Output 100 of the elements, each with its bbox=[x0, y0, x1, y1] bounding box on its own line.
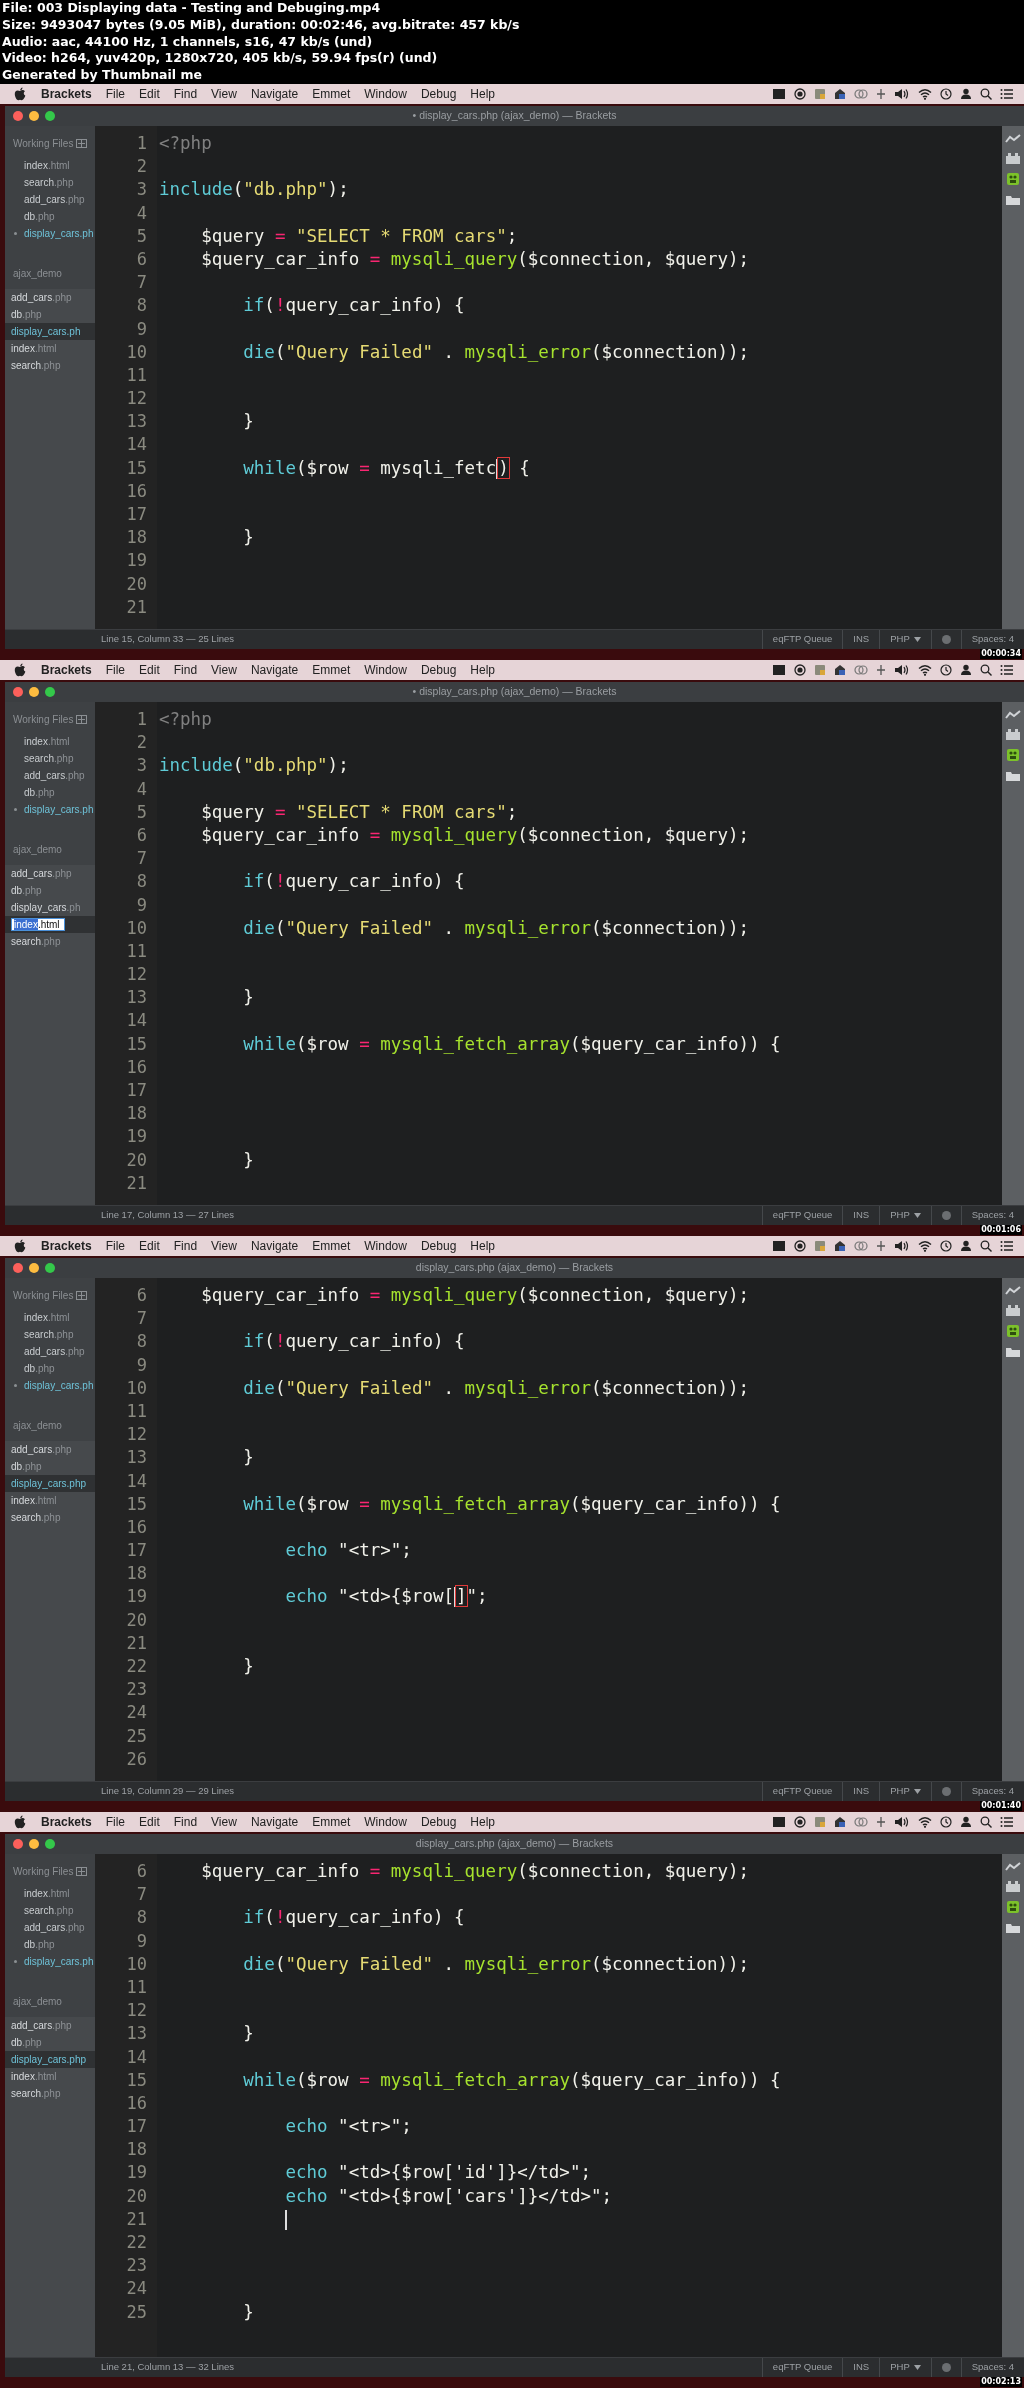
app-icon[interactable] bbox=[834, 1816, 846, 1828]
file-tree-item[interactable]: display_cars.ph bbox=[5, 899, 95, 916]
minimize-icon[interactable] bbox=[29, 1263, 39, 1273]
menu-item[interactable]: View bbox=[204, 661, 244, 679]
file-tree-item[interactable]: search.php bbox=[5, 2085, 95, 2102]
extension-icon[interactable] bbox=[1006, 1900, 1020, 1914]
minimize-icon[interactable] bbox=[29, 111, 39, 121]
close-icon[interactable] bbox=[13, 1263, 23, 1273]
menu-item[interactable]: Find bbox=[166, 661, 205, 679]
record-icon[interactable] bbox=[794, 88, 806, 100]
menu-item[interactable]: Edit bbox=[132, 1813, 167, 1831]
line-chart-icon[interactable] bbox=[1005, 134, 1021, 144]
app-icon[interactable] bbox=[772, 1816, 786, 1828]
file-tree-item[interactable]: index.html bbox=[5, 2068, 95, 2085]
search-icon[interactable] bbox=[980, 1240, 992, 1252]
working-file[interactable]: db.php bbox=[5, 1936, 95, 1953]
file-tree-item[interactable]: search.php bbox=[5, 357, 95, 374]
working-file[interactable]: display_cars.ph bbox=[5, 225, 95, 242]
menu-item[interactable]: View bbox=[204, 1237, 244, 1255]
language-dropdown[interactable]: PHP bbox=[879, 1206, 931, 1225]
wifi-icon[interactable] bbox=[918, 1240, 932, 1252]
close-icon[interactable] bbox=[13, 1839, 23, 1849]
wifi-icon[interactable] bbox=[918, 1816, 932, 1828]
minimize-icon[interactable] bbox=[29, 687, 39, 697]
file-tree-item[interactable]: search.php bbox=[5, 933, 95, 950]
file-tree-item[interactable]: db.php bbox=[5, 306, 95, 323]
working-file[interactable]: display_cars.ph bbox=[5, 1377, 95, 1394]
menu-item[interactable]: Help bbox=[463, 85, 502, 103]
menu-item[interactable]: Debug bbox=[413, 85, 464, 103]
user-icon[interactable] bbox=[960, 1240, 972, 1252]
language-dropdown[interactable]: PHP bbox=[879, 2358, 931, 2377]
app-icon[interactable] bbox=[834, 88, 846, 100]
list-icon[interactable] bbox=[1000, 664, 1014, 676]
extension-icon[interactable] bbox=[1006, 172, 1020, 186]
lint-status-icon[interactable] bbox=[941, 1211, 951, 1220]
app-icon[interactable] bbox=[772, 88, 786, 100]
menu-item[interactable]: Edit bbox=[132, 1237, 167, 1255]
app-menu[interactable]: Brackets bbox=[34, 1237, 99, 1255]
file-tree-item[interactable]: add_cars.php bbox=[5, 1441, 95, 1458]
close-icon[interactable] bbox=[13, 687, 23, 697]
split-view-icon[interactable] bbox=[76, 139, 88, 148]
menu-item[interactable]: Navigate bbox=[243, 661, 306, 679]
apple-icon[interactable] bbox=[14, 1239, 26, 1253]
zoom-icon[interactable] bbox=[45, 1839, 55, 1849]
menu-item[interactable]: View bbox=[204, 1813, 244, 1831]
file-tree-item[interactable]: index.html bbox=[5, 340, 95, 357]
split-view-icon[interactable] bbox=[76, 1867, 88, 1876]
volume-icon[interactable] bbox=[894, 664, 910, 676]
file-tree-item[interactable]: add_cars.php bbox=[5, 2017, 95, 2034]
menu-item[interactable]: Emmet bbox=[305, 1813, 358, 1831]
menu-item[interactable]: Debug bbox=[413, 1237, 464, 1255]
search-icon[interactable] bbox=[980, 88, 992, 100]
working-file[interactable]: search.php bbox=[5, 174, 95, 191]
file-tree-item[interactable]: search.php bbox=[5, 1509, 95, 1526]
record-icon[interactable] bbox=[794, 1816, 806, 1828]
apple-icon[interactable] bbox=[14, 1815, 26, 1829]
working-file[interactable]: add_cars.php bbox=[5, 1919, 95, 1936]
folder-icon[interactable] bbox=[1005, 1922, 1021, 1934]
menu-item[interactable]: Navigate bbox=[243, 1813, 306, 1831]
menu-item[interactable]: Edit bbox=[132, 661, 167, 679]
queue-button[interactable]: eqFTP Queue bbox=[761, 1206, 843, 1225]
queue-button[interactable]: eqFTP Queue bbox=[761, 1782, 843, 1801]
file-tree-item[interactable]: display_cars.php bbox=[5, 1475, 95, 1492]
wifi-icon[interactable] bbox=[918, 664, 932, 676]
zoom-icon[interactable] bbox=[45, 1263, 55, 1273]
menu-item[interactable]: File bbox=[98, 1813, 133, 1831]
menu-item[interactable]: Window bbox=[357, 1813, 414, 1831]
working-file[interactable]: search.php bbox=[5, 1902, 95, 1919]
working-file[interactable]: add_cars.php bbox=[5, 1343, 95, 1360]
clock-icon[interactable] bbox=[940, 1240, 952, 1252]
list-icon[interactable] bbox=[1000, 1816, 1014, 1828]
app-icon[interactable] bbox=[834, 1240, 846, 1252]
user-icon[interactable] bbox=[960, 88, 972, 100]
insert-mode-toggle[interactable]: INS bbox=[842, 1782, 880, 1801]
apple-icon[interactable] bbox=[14, 87, 26, 101]
language-dropdown[interactable]: PHP bbox=[879, 630, 931, 649]
line-chart-icon[interactable] bbox=[1005, 1862, 1021, 1872]
lint-status-icon[interactable] bbox=[941, 1787, 951, 1796]
file-tree-item[interactable]: index.html bbox=[5, 1492, 95, 1509]
working-file[interactable]: db.php bbox=[5, 1360, 95, 1377]
insert-mode-toggle[interactable]: INS bbox=[842, 630, 880, 649]
menu-item[interactable]: Emmet bbox=[305, 85, 358, 103]
menu-item[interactable]: Find bbox=[166, 1813, 205, 1831]
file-tree-item[interactable]: db.php bbox=[5, 2034, 95, 2051]
menu-item[interactable]: File bbox=[98, 85, 133, 103]
working-file[interactable]: search.php bbox=[5, 750, 95, 767]
volume-icon[interactable] bbox=[894, 1816, 910, 1828]
menu-item[interactable]: Find bbox=[166, 85, 205, 103]
working-file[interactable]: add_cars.php bbox=[5, 191, 95, 208]
lint-status-icon[interactable] bbox=[941, 635, 951, 644]
line-chart-icon[interactable] bbox=[1005, 710, 1021, 720]
search-icon[interactable] bbox=[980, 664, 992, 676]
menu-item[interactable]: Find bbox=[166, 1237, 205, 1255]
app-menu[interactable]: Brackets bbox=[34, 661, 99, 679]
brick-icon[interactable] bbox=[1005, 1880, 1021, 1892]
menu-item[interactable]: Window bbox=[357, 1237, 414, 1255]
wifi-icon[interactable] bbox=[918, 88, 932, 100]
extension-icon[interactable] bbox=[1006, 1324, 1020, 1338]
clock-icon[interactable] bbox=[940, 88, 952, 100]
brick-icon[interactable] bbox=[1005, 728, 1021, 740]
